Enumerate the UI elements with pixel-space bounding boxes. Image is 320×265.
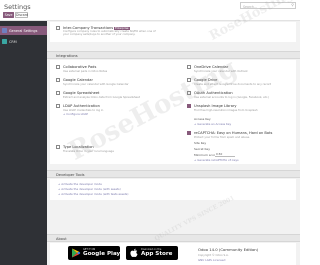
- setting-description: Find free high-resolution images from Un…: [194, 108, 258, 113]
- crm-icon: [2, 39, 7, 44]
- sidebar-item-crm[interactable]: CRM: [0, 37, 47, 46]
- developer-tools-panel: → Activate the developer mode → Activate…: [50, 179, 296, 200]
- setting-title: Google Spreadsheet: [63, 90, 100, 95]
- inter-company-panel: Inter-Company Transactions Enterprise Con…: [50, 22, 296, 42]
- setting-description: Synchronize your calendar with Outlook: [194, 69, 248, 74]
- license-link[interactable]: GNU LGPL Licensed: [198, 258, 225, 262]
- section-about: About: [47, 234, 300, 242]
- setting-ldap: LDAP Authentication Use LDAP credentials…: [56, 103, 166, 116]
- save-button[interactable]: Save: [3, 12, 14, 18]
- gear-icon: [2, 28, 7, 33]
- configure-ldap-link[interactable]: → Configure LDAP: [63, 112, 88, 116]
- minimum-score-input[interactable]: 0.50: [215, 152, 235, 157]
- sidebar-item-general-settings[interactable]: General Settings: [0, 26, 47, 35]
- settings-sidebar: General Settings CRM: [0, 21, 47, 265]
- activate-dev-mode-assets-link[interactable]: → Activate the developer mode (with asse…: [58, 187, 121, 191]
- sidebar-item-label: CRM: [9, 39, 17, 44]
- search-input[interactable]: Search... ⚲: [240, 2, 296, 9]
- section-title: About: [56, 237, 67, 241]
- sidebar-item-label: General Settings: [9, 28, 38, 33]
- collaborative-pads-checkbox[interactable]: [56, 65, 60, 69]
- control-panel: Settings Save Discard Search... ⚲: [0, 0, 300, 21]
- inter-company-checkbox[interactable]: [56, 26, 60, 30]
- setting-description: Use external accounts to log in (Google,…: [194, 95, 270, 100]
- google-calendar-checkbox[interactable]: [56, 78, 60, 82]
- generate-recaptcha-link[interactable]: → Generate reCAPTCHA v3 keys: [194, 158, 239, 162]
- copyright-text: Copyright © Odoo S.A.: [198, 253, 229, 257]
- secret-key-label: Secret Key: [194, 147, 210, 151]
- integrations-panel: Collaborative Pads Use external pads in …: [50, 60, 296, 164]
- section-title: Developer Tools: [56, 173, 85, 177]
- apple-icon: [130, 248, 138, 258]
- generate-access-key-link[interactable]: → Generate an Access Key: [194, 122, 231, 126]
- setting-description: Configure company rules to automatically…: [63, 29, 156, 37]
- access-key-label: Access Key: [194, 117, 211, 121]
- minimum-score-label: Minimum score: [194, 153, 217, 157]
- section-integrations: Integrations: [47, 51, 300, 59]
- setting-description: Create and attach Google Drive documents…: [194, 82, 272, 87]
- setting-title: Type Localization: [63, 144, 94, 149]
- setting-localization: Type Localization Translate Odoo in your…: [56, 144, 166, 157]
- localization-checkbox[interactable]: [56, 145, 60, 149]
- ldap-checkbox[interactable]: [56, 104, 60, 108]
- setting-title: OneDrive Calendar: [194, 64, 229, 69]
- discard-button[interactable]: Discard: [15, 12, 28, 18]
- setting-title: Collaborative Pads: [63, 64, 97, 69]
- setting-title: reCAPTCHA: Easy on Humans, Hard on Bots: [194, 130, 273, 135]
- setting-title: OAuth Authentication: [194, 90, 233, 95]
- section-developer-tools: Developer Tools: [47, 170, 300, 178]
- setting-collaborative-pads: Collaborative Pads Use external pads in …: [56, 64, 166, 77]
- site-key-label: Site Key: [194, 141, 207, 145]
- page-title: Settings: [4, 3, 31, 11]
- setting-title: Unsplash Image Library: [194, 103, 237, 108]
- setting-title: LDAP Authentication: [63, 103, 100, 108]
- setting-google-spreadsheet: Google Spreadsheet Extract and analyze O…: [56, 90, 166, 103]
- oauth-checkbox[interactable]: [187, 91, 191, 95]
- unsplash-checkbox[interactable]: [187, 104, 191, 108]
- app-store-name: App Store: [141, 251, 173, 258]
- setting-description: Protect your forms from spam and abuse.: [194, 135, 250, 140]
- setting-google-calendar: Google Calendar Synchronize your calenda…: [56, 77, 166, 90]
- activate-dev-mode-tests-link[interactable]: → Activate the developer mode (with test…: [58, 192, 128, 196]
- search-placeholder: Search...: [243, 4, 257, 9]
- google-drive-checkbox[interactable]: [187, 78, 191, 82]
- setting-description: Extract and analyze Odoo data from Googl…: [63, 95, 140, 100]
- setting-inter-company: Inter-Company Transactions Enterprise Con…: [56, 25, 256, 38]
- about-panel: GET IT ON Google Play Download on the Ap…: [50, 243, 296, 265]
- google-spreadsheet-checkbox[interactable]: [56, 91, 60, 95]
- recaptcha-checkbox[interactable]: [187, 131, 191, 135]
- google-play-icon: [72, 248, 81, 258]
- setting-description: Use external pads in Odoo Notes: [63, 69, 108, 74]
- setting-title: Google Drive: [194, 77, 218, 82]
- setting-description: Translate Odoo in your local language: [63, 149, 114, 154]
- setting-description: Synchronize your calendar with Google Ca…: [63, 82, 129, 87]
- activate-dev-mode-link[interactable]: → Activate the developer mode: [58, 182, 102, 186]
- setting-oauth: OAuth Authentication Use external accoun…: [187, 90, 297, 103]
- app-store-badge[interactable]: Download on the App Store: [126, 246, 178, 260]
- odoo-version: Odoo 14.0 (Community Edition): [198, 247, 259, 252]
- setting-title: Google Calendar: [63, 77, 93, 82]
- google-play-badge[interactable]: GET IT ON Google Play: [68, 246, 120, 260]
- section-title: Integrations: [56, 54, 78, 58]
- google-play-name: Google Play: [83, 251, 121, 258]
- search-icon[interactable]: ⚲: [291, 4, 294, 8]
- setting-google-drive: Google Drive Create and attach Google Dr…: [187, 77, 297, 90]
- outlook-calendar-checkbox[interactable]: [187, 65, 191, 69]
- setting-outlook-calendar: OneDrive Calendar Synchronize your calen…: [187, 64, 297, 77]
